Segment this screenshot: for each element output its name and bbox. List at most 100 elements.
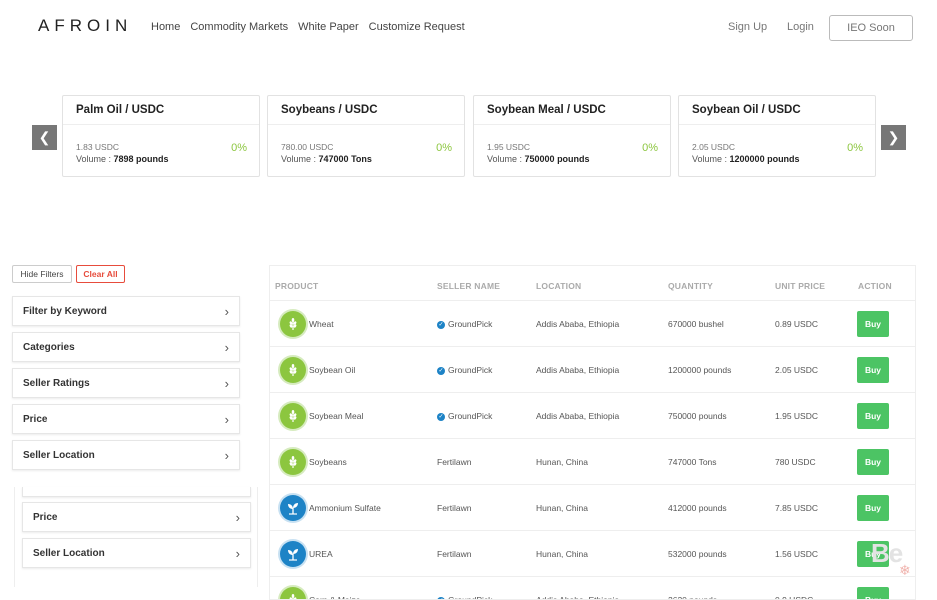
card-divider bbox=[268, 124, 464, 125]
seller-name[interactable]: ✓GroundPick bbox=[437, 365, 492, 375]
ticker-card-price: 780.00 USDC bbox=[281, 142, 334, 152]
unit-price: 780 USDC bbox=[775, 457, 816, 467]
column-header-product[interactable]: PRODUCT bbox=[275, 281, 318, 291]
location: Addis Ababa, Ethiopia bbox=[536, 365, 620, 375]
filter-label: Seller Location bbox=[33, 547, 105, 559]
product-name[interactable]: Wheat bbox=[309, 319, 334, 329]
table-row[interactable]: Wheat ✓ GroundPick Addis Ababa, Ethiopia 670… bbox=[270, 300, 915, 346]
table-header: PRODUCT SELLER NAME LOCATION QUANTITY UN… bbox=[270, 266, 915, 300]
nav-home[interactable]: Home bbox=[151, 21, 180, 33]
filter-label: Price bbox=[23, 413, 48, 425]
filter-label: Seller Location bbox=[23, 449, 95, 461]
product-name[interactable]: UREA bbox=[309, 549, 333, 559]
filter-item-partial bbox=[22, 487, 251, 497]
ticker-card-change: 0% bbox=[231, 142, 247, 154]
unit-price: 2.05 USDC bbox=[775, 365, 818, 375]
behance-watermark: Be bbox=[871, 538, 903, 568]
filter-seller-location-secondary[interactable]: Seller Location › bbox=[22, 538, 251, 568]
quantity: 412000 pounds bbox=[668, 503, 727, 513]
filter-label: Seller Ratings bbox=[23, 377, 90, 389]
ticker-card-soybeans[interactable]: Soybeans / USDC 780.00 USDC Volume : 747… bbox=[267, 95, 465, 177]
filter-categories[interactable]: Categories › bbox=[12, 332, 240, 362]
ticker-card-volume: Volume : 7898 pounds bbox=[76, 154, 169, 164]
card-divider bbox=[474, 124, 670, 125]
ticker-card-volume: Volume : 750000 pounds bbox=[487, 154, 590, 164]
quantity: 750000 pounds bbox=[668, 411, 727, 421]
filter-label: Categories bbox=[23, 341, 75, 353]
buy-button[interactable]: Buy bbox=[857, 357, 889, 383]
buy-button[interactable]: Buy bbox=[857, 311, 889, 337]
buy-button[interactable]: Buy bbox=[857, 587, 889, 599]
table-row[interactable]: Soybean Oil ✓ GroundPick Addis Ababa, Ethio… bbox=[270, 346, 915, 392]
seedling-icon bbox=[280, 541, 306, 567]
quantity: 747000 Tons bbox=[668, 457, 717, 467]
product-name[interactable]: Corn & Maize bbox=[309, 595, 361, 599]
quantity: 670000 bushel bbox=[668, 319, 724, 329]
verified-check-icon: ✓ bbox=[437, 412, 445, 421]
wheat-icon bbox=[280, 449, 306, 475]
ticker-next-button[interactable]: ❯ bbox=[881, 125, 906, 150]
filter-seller-location[interactable]: Seller Location › bbox=[12, 440, 240, 470]
seller-name-text: Fertilawn bbox=[437, 503, 472, 513]
afroin-logo[interactable]: AFROIN bbox=[38, 16, 132, 36]
seller-name[interactable]: Fertilawn bbox=[437, 549, 471, 559]
ticker-prev-button[interactable]: ❮ bbox=[32, 125, 57, 150]
table-row[interactable]: UREA Fertilawn Hunan, China 532000 pounds 1.… bbox=[270, 530, 915, 576]
table-row[interactable]: Soybean Meal ✓ GroundPick Addis Ababa, Ethi… bbox=[270, 392, 915, 438]
ticker-card-title: Soybean Meal / USDC bbox=[487, 104, 606, 116]
seller-name[interactable]: Fertilawn bbox=[437, 457, 471, 467]
ticker-card-change: 0% bbox=[642, 142, 658, 154]
seller-name[interactable]: ✓GroundPick bbox=[437, 595, 492, 599]
seller-name[interactable]: Fertilawn bbox=[437, 503, 471, 513]
filter-price-secondary[interactable]: Price › bbox=[22, 502, 251, 532]
ticker-card-change: 0% bbox=[847, 142, 863, 154]
chevron-right-icon: › bbox=[235, 509, 240, 525]
unit-price: 0.9 USDC bbox=[775, 595, 814, 600]
login-link[interactable]: Login bbox=[787, 21, 814, 33]
product-name[interactable]: Soybeans bbox=[309, 457, 347, 467]
chevron-right-icon: › bbox=[235, 545, 240, 561]
column-header-seller[interactable]: SELLER NAME bbox=[437, 281, 500, 291]
ticker-card-price: 2.05 USDC bbox=[692, 142, 735, 152]
product-table: PRODUCT SELLER NAME LOCATION QUANTITY UN… bbox=[269, 265, 916, 600]
column-header-location[interactable]: LOCATION bbox=[536, 281, 581, 291]
ticker-card-soybean-meal[interactable]: Soybean Meal / USDC 1.95 USDC Volume : 7… bbox=[473, 95, 671, 177]
filter-keyword[interactable]: Filter by Keyword › bbox=[12, 296, 240, 326]
clear-all-button[interactable]: Clear All bbox=[76, 265, 125, 283]
product-name[interactable]: Soybean Meal bbox=[309, 411, 363, 421]
table-row[interactable]: Corn & Maize ✓GroundPick Addis Ababa, Ethi… bbox=[270, 576, 915, 600]
buy-button[interactable]: Buy bbox=[857, 403, 889, 429]
unit-price: 1.56 USDC bbox=[775, 549, 818, 559]
ticker-card-change: 0% bbox=[436, 142, 452, 154]
verified-check-icon: ✓ bbox=[437, 320, 445, 329]
seedling-icon bbox=[280, 495, 306, 521]
buy-button[interactable]: Buy bbox=[857, 495, 889, 521]
nav-customize-request[interactable]: Customize Request bbox=[369, 21, 465, 33]
ticker-card-price: 1.83 USDC bbox=[76, 142, 119, 152]
ticker-card-soybean-oil[interactable]: Soybean Oil / USDC 2.05 USDC Volume : 12… bbox=[678, 95, 876, 177]
product-name[interactable]: Ammonium Sulfate bbox=[309, 503, 381, 513]
column-header-unit-price[interactable]: UNIT PRICE bbox=[775, 281, 825, 291]
table-row[interactable]: Soybeans Fertilawn Hunan, China 747000 Tons… bbox=[270, 438, 915, 484]
wheat-icon bbox=[280, 311, 306, 337]
ticker-card-palm-oil[interactable]: Palm Oil / USDC 1.83 USDC Volume : 7898 … bbox=[62, 95, 260, 177]
column-header-quantity[interactable]: QUANTITY bbox=[668, 281, 713, 291]
seller-name[interactable]: ✓GroundPick bbox=[437, 319, 492, 329]
ticker-card-title: Soybeans / USDC bbox=[281, 104, 378, 116]
card-divider bbox=[63, 124, 259, 125]
seller-name[interactable]: ✓GroundPick bbox=[437, 411, 492, 421]
wheat-icon bbox=[280, 403, 306, 429]
hide-filters-button[interactable]: Hide Filters bbox=[12, 265, 72, 283]
table-row[interactable]: Ammonium Sulfate Fertilawn Hunan, China 412… bbox=[270, 484, 915, 530]
nav-commodity-markets[interactable]: Commodity Markets bbox=[190, 21, 288, 33]
sign-up-link[interactable]: Sign Up bbox=[728, 21, 767, 33]
wheat-icon bbox=[280, 357, 306, 383]
buy-button[interactable]: Buy bbox=[857, 449, 889, 475]
filter-price[interactable]: Price › bbox=[12, 404, 240, 434]
filter-seller-ratings[interactable]: Seller Ratings › bbox=[12, 368, 240, 398]
product-name[interactable]: Soybean Oil bbox=[309, 365, 355, 375]
location: Addis Ababa, Ethiopia bbox=[536, 411, 620, 421]
ieo-soon-button[interactable]: IEO Soon bbox=[829, 15, 913, 41]
nav-white-paper[interactable]: White Paper bbox=[298, 21, 359, 33]
chevron-right-icon: ❯ bbox=[887, 129, 900, 145]
